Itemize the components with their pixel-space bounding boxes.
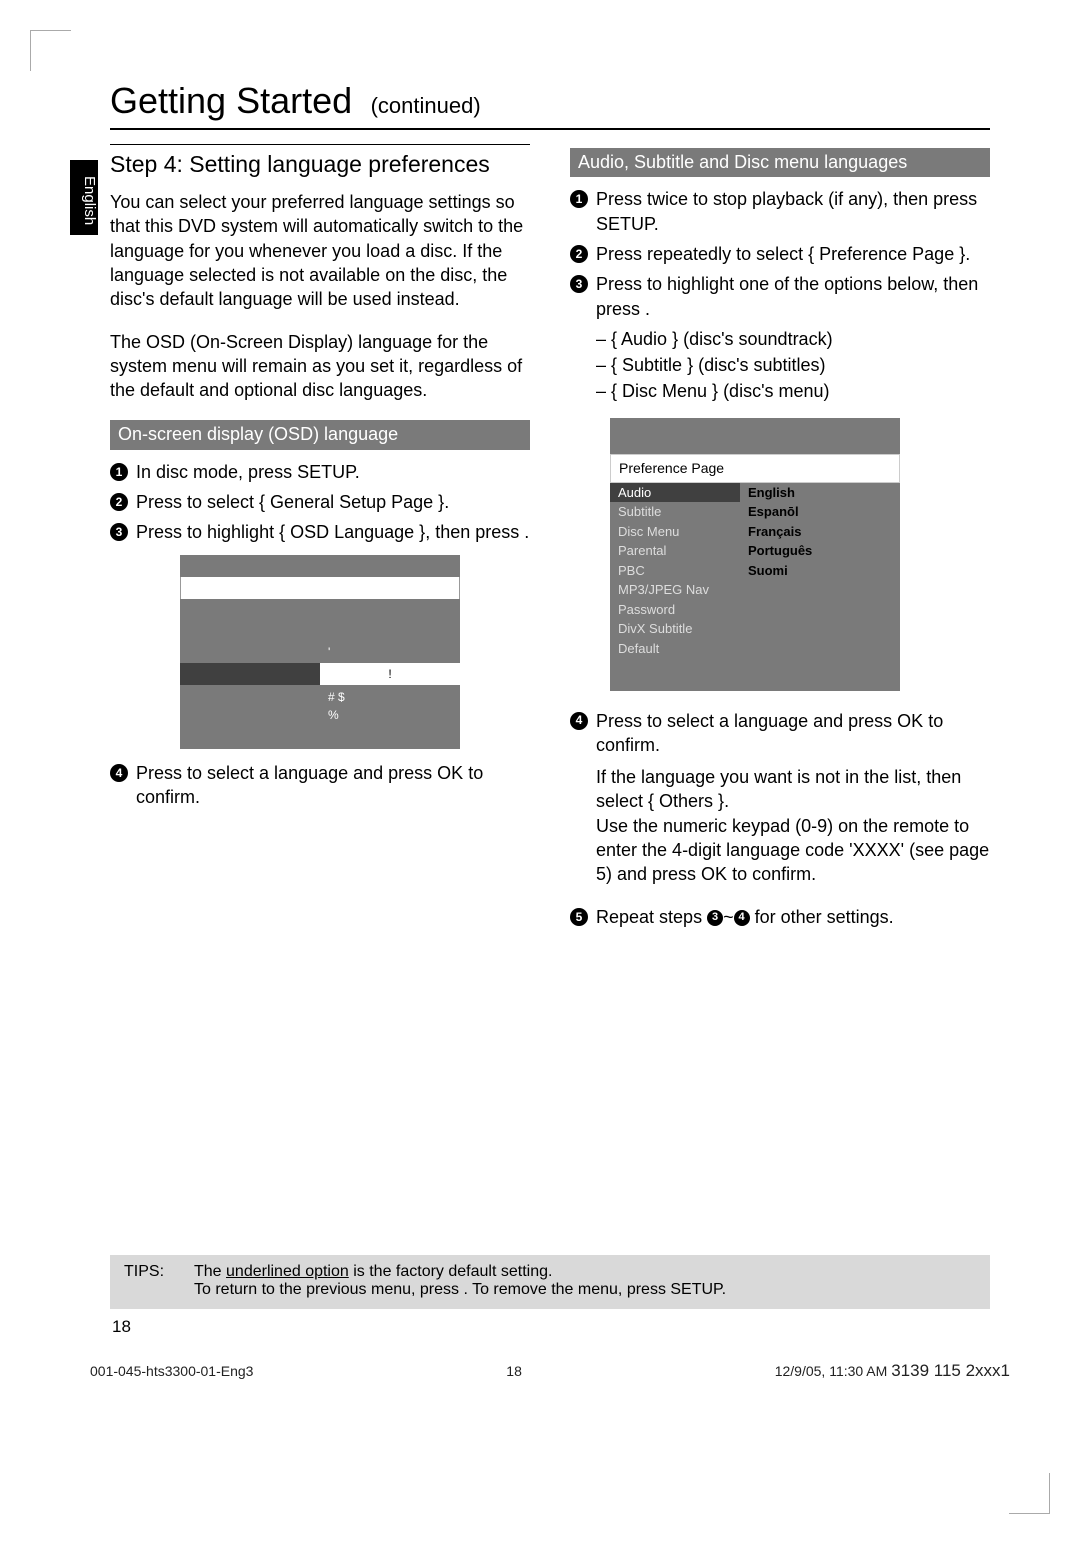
print-footer: 001-045-hts3300-01-Eng3 18 12/9/05, 11:3… [90, 1361, 1010, 1381]
tips-box: TIPS: The underlined option is the facto… [110, 1255, 990, 1309]
section-bar-osd: On-screen display (OSD) language [110, 420, 530, 449]
step-badge-1: 1 [570, 190, 588, 208]
step-text: Press to select { General Setup Page }. [136, 490, 530, 514]
cropmark-bottom-right [1009, 1473, 1050, 1514]
step-badge-5: 5 [570, 908, 588, 926]
step-badge-2: 2 [570, 245, 588, 263]
paragraph: If the language you want is not in the l… [596, 765, 990, 886]
page-subtitle: (continued) [371, 93, 481, 118]
step-text: In disc mode, press SETUP. [136, 460, 530, 484]
step-text: Press to select a language and press OK … [136, 761, 530, 810]
page-header: Getting Started (continued) [110, 80, 990, 130]
step-badge-3: 3 [110, 523, 128, 541]
footer-pagenum: 18 [506, 1363, 522, 1379]
footer-timestamp: 12/9/05, 11:30 AM [775, 1363, 888, 1379]
page-number: 18 [112, 1317, 990, 1337]
step-text: Press to select a language and press OK … [596, 709, 990, 758]
step-text: Press to highlight one of the options be… [596, 272, 990, 321]
cropmark-top-left [30, 30, 71, 71]
step-text: Press twice to stop playback (if any), t… [596, 187, 990, 236]
step-badge-2: 2 [110, 493, 128, 511]
pref-fig-title: Preference Page [610, 454, 900, 483]
step-text: Press to highlight { OSD Language }, the… [136, 520, 530, 544]
footer-code: 3139 115 2xxx1 [891, 1361, 1010, 1380]
page-title: Getting Started [110, 80, 352, 121]
step-badge-4: 4 [110, 764, 128, 782]
option-list: – { Audio } (disc's soundtrack) – { Subt… [596, 327, 990, 404]
preference-figure: Preference Page Audio Subtitle Disc Menu… [610, 418, 900, 691]
tips-label: TIPS: [124, 1263, 194, 1299]
section-bar-audio: Audio, Subtitle and Disc menu languages [570, 148, 990, 177]
inline-badge-4: 4 [734, 910, 750, 926]
paragraph: You can select your preferred language s… [110, 190, 530, 311]
step-badge-3: 3 [570, 275, 588, 293]
osd-figure: ' ! # $ % [180, 555, 460, 749]
inline-badge-3: 3 [707, 910, 723, 926]
language-tab: English [70, 160, 98, 235]
paragraph: The OSD (On-Screen Display) language for… [110, 330, 530, 403]
step-text: Repeat steps 3~4 for other settings. [596, 905, 990, 929]
step-text: Press repeatedly to select { Preference … [596, 242, 990, 266]
step-badge-1: 1 [110, 463, 128, 481]
footer-filename: 001-045-hts3300-01-Eng3 [90, 1363, 253, 1379]
step-badge-4: 4 [570, 712, 588, 730]
step-heading: Step 4: Setting language preferences [110, 144, 530, 180]
